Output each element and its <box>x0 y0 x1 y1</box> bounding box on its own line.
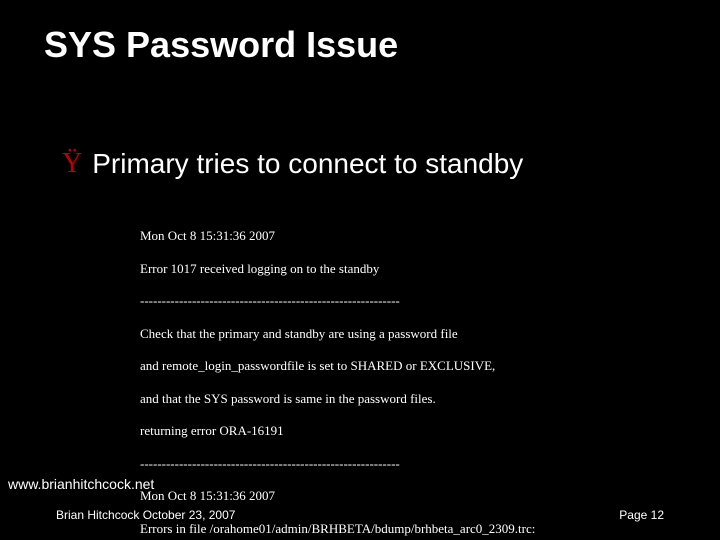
log-line: and remote_login_passwordfile is set to … <box>140 358 680 374</box>
bullet-row: Ÿ Primary tries to connect to standby <box>62 148 523 180</box>
log-line: ----------------------------------------… <box>140 293 680 309</box>
page-title: SYS Password Issue <box>44 24 398 66</box>
log-line: and that the SYS password is same in the… <box>140 391 680 407</box>
log-block: Mon Oct 8 15:31:36 2007 Error 1017 recei… <box>140 212 680 540</box>
log-line: Mon Oct 8 15:31:36 2007 <box>140 488 680 504</box>
bullet-text: Primary tries to connect to standby <box>92 148 523 180</box>
log-line: ----------------------------------------… <box>140 456 680 472</box>
log-line: Check that the primary and standby are u… <box>140 326 680 342</box>
log-line: Errors in file /orahome01/admin/BRHBETA/… <box>140 521 680 537</box>
footer-author: Brian Hitchcock October 23, 2007 <box>56 508 235 522</box>
bullet-marker-icon: Ÿ <box>62 148 82 180</box>
footer-url: www.brianhitchcock.net <box>8 476 154 492</box>
footer-page-number: Page 12 <box>619 508 664 522</box>
log-line: Error 1017 received logging on to the st… <box>140 261 680 277</box>
slide: SYS Password Issue Ÿ Primary tries to co… <box>0 0 720 540</box>
log-line: Mon Oct 8 15:31:36 2007 <box>140 228 680 244</box>
log-line: returning error ORA-16191 <box>140 423 680 439</box>
